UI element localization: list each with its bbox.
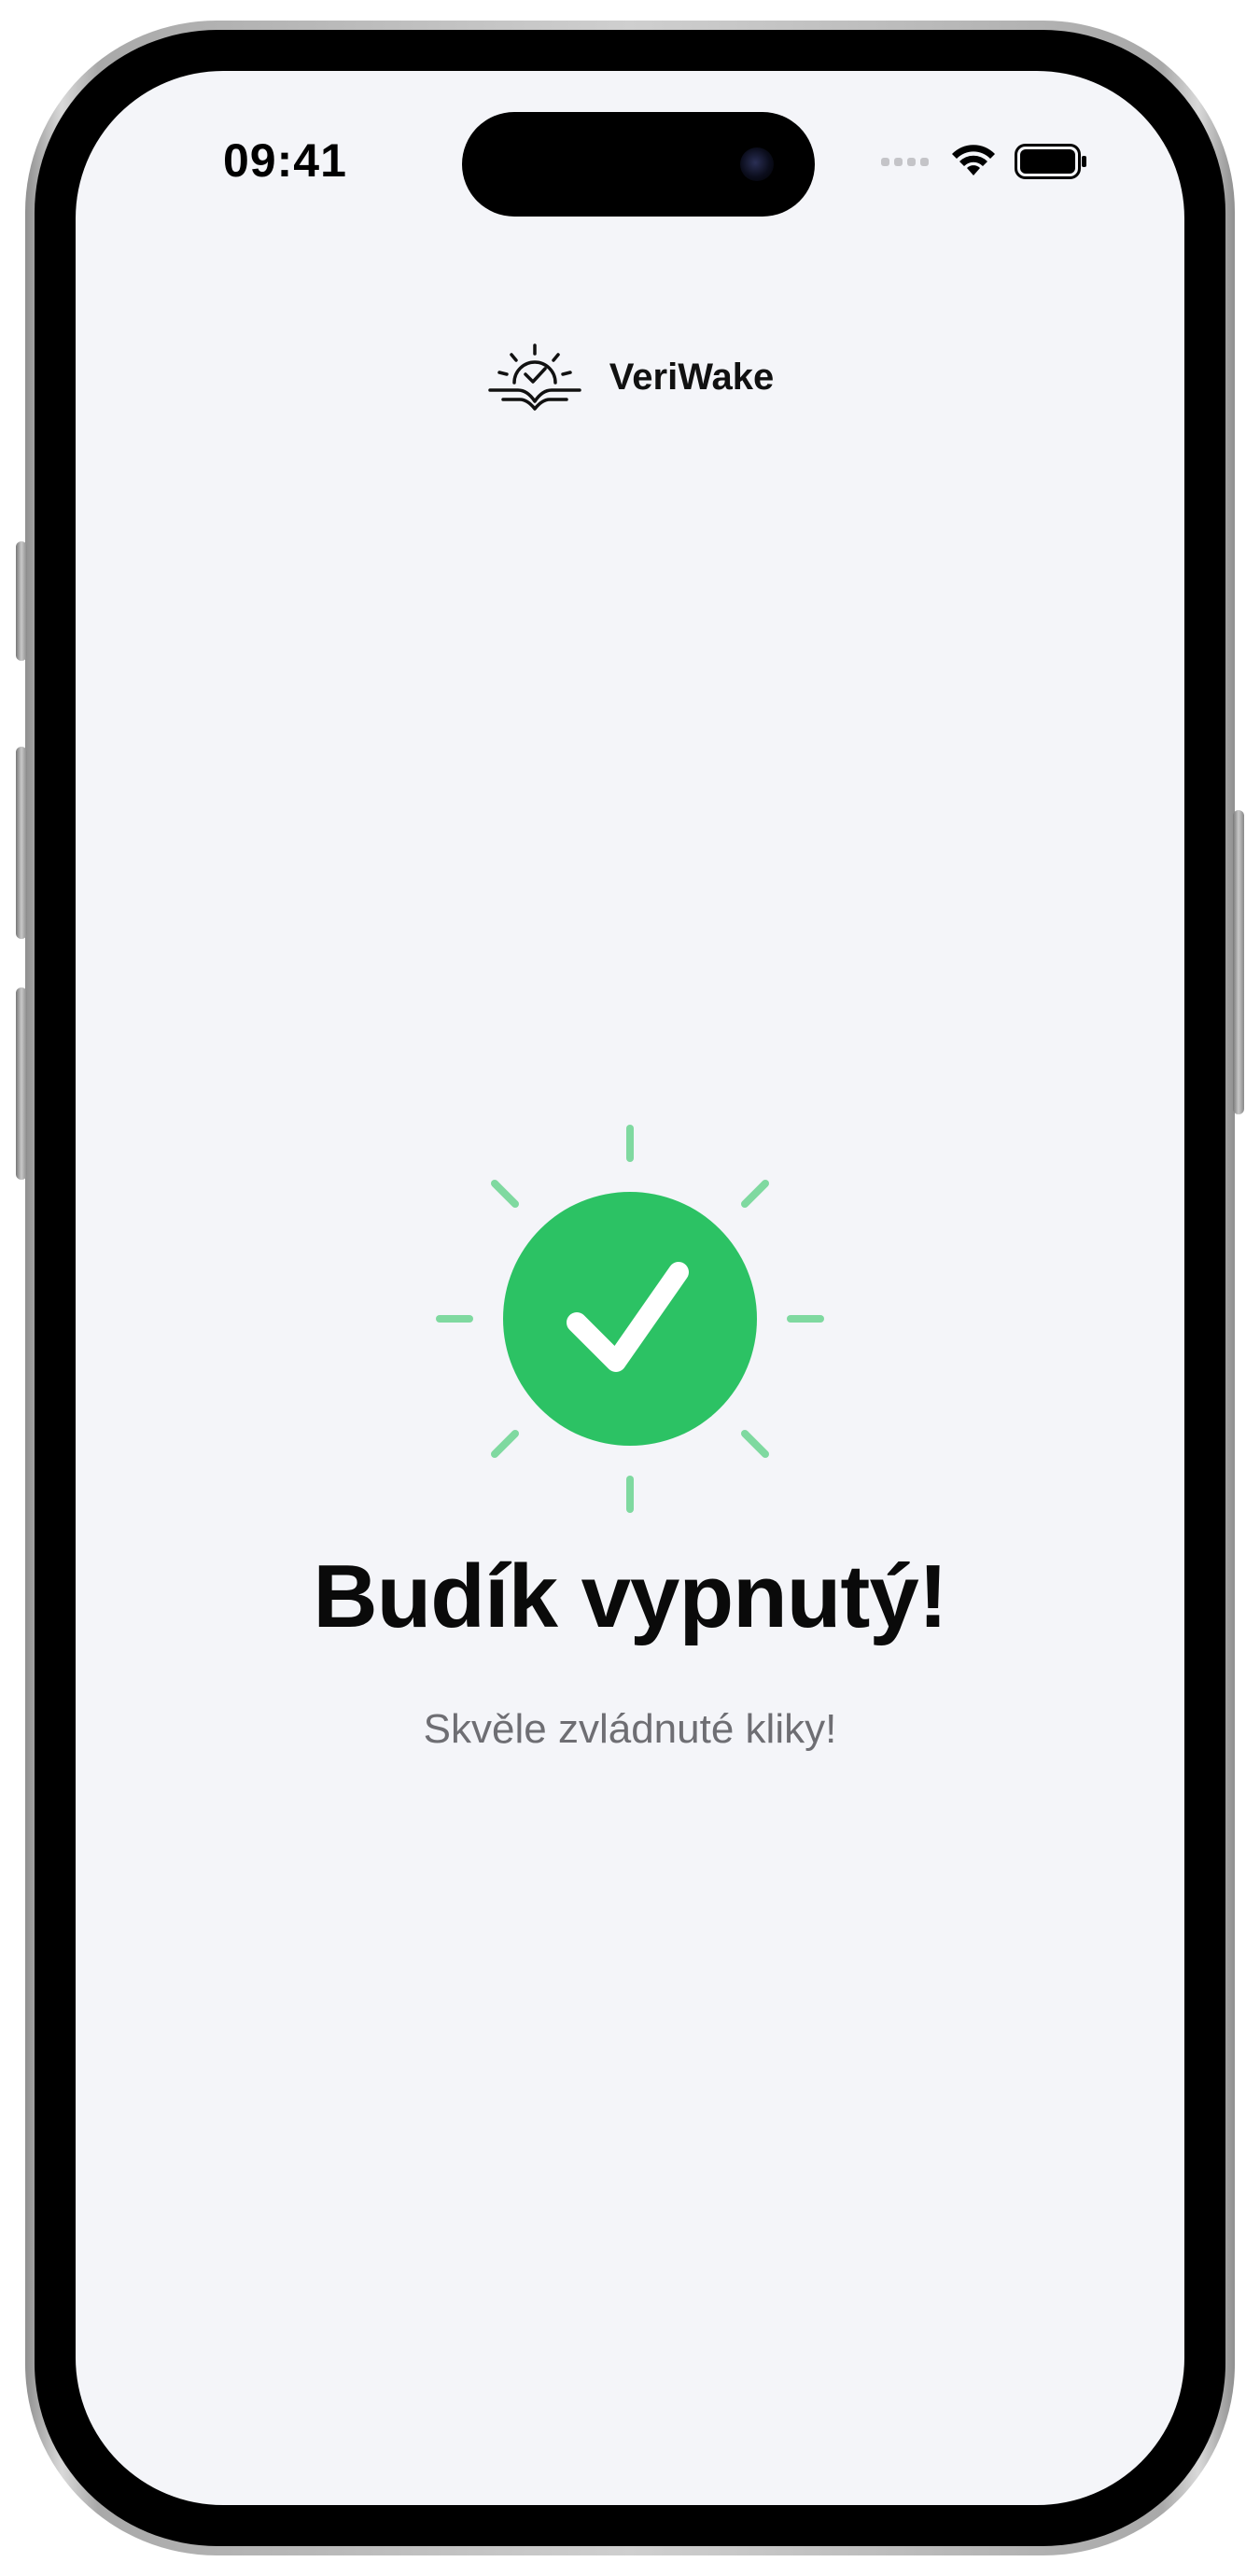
phone-frame: 09:41 VeriWake Budík vypnutý! Skvěle zvl…	[16, 21, 1244, 2555]
app-header: VeriWake	[76, 342, 1184, 413]
power-button	[1233, 810, 1244, 1114]
wifi-icon	[952, 145, 995, 175]
success-check-icon	[436, 1125, 824, 1513]
dynamic-island	[462, 112, 815, 217]
status-icons	[881, 144, 1087, 179]
battery-icon	[1015, 144, 1086, 179]
phone-bezel: 09:41 VeriWake Budík vypnutý! Skvěle zvl…	[35, 30, 1225, 2546]
volume-down-button	[16, 987, 27, 1180]
volume-up-button	[16, 747, 27, 939]
sunrise-check-logo-icon	[488, 343, 581, 411]
action-button	[16, 541, 27, 661]
success-graphic	[76, 1123, 1184, 1515]
front-camera	[740, 147, 774, 181]
result-title: Budík vypnutý!	[313, 1547, 947, 1646]
app-name: VeriWake	[609, 356, 775, 398]
status-time: 09:41	[223, 134, 347, 187]
result-subtitle: Skvěle zvládnuté kliky!	[423, 1706, 837, 1752]
cellular-signal-icon	[881, 157, 929, 166]
app-screen: 09:41 VeriWake Budík vypnutý! Skvěle zvl…	[76, 71, 1184, 2505]
